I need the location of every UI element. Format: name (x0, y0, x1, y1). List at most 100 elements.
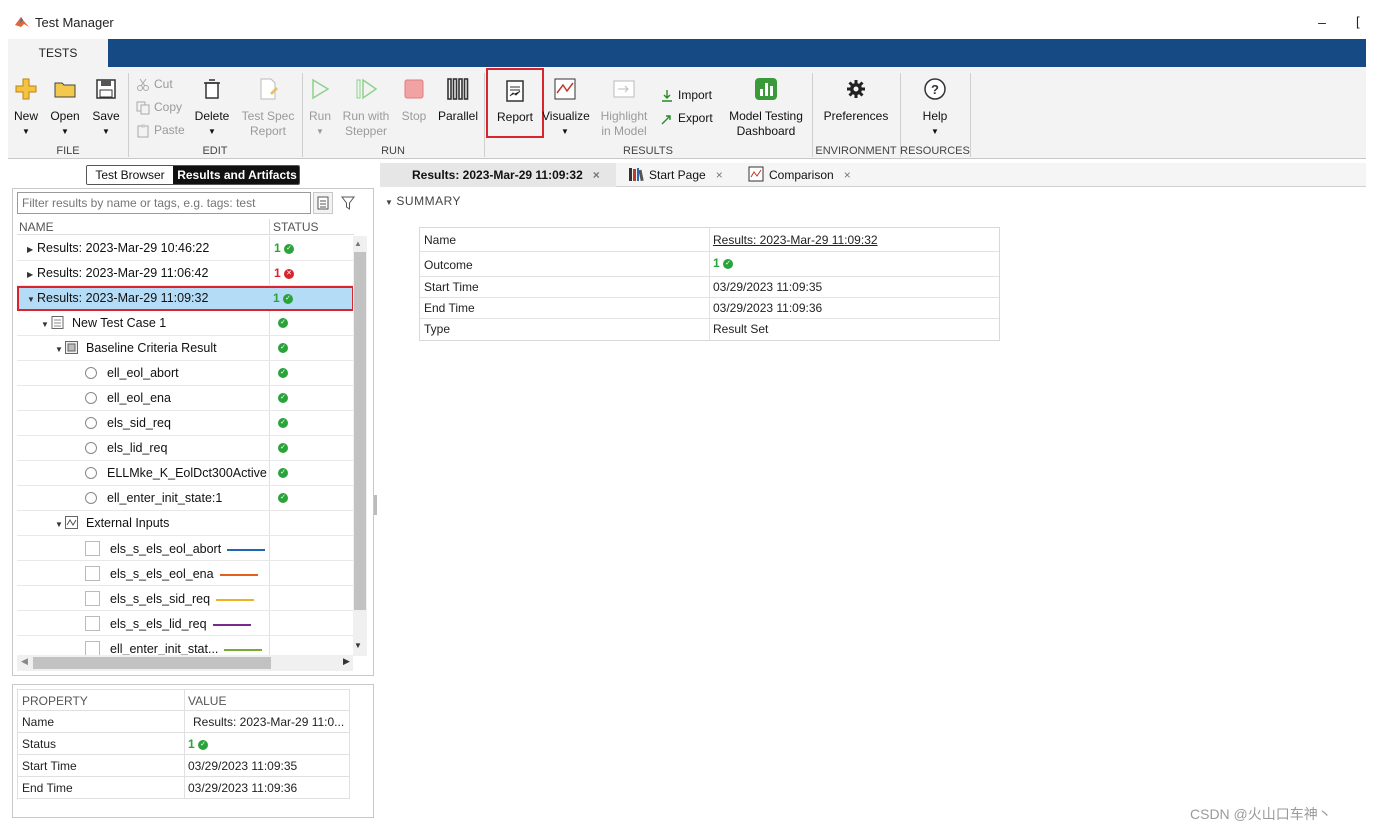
property-value: Results: 2023-Mar-29 11:0... (193, 715, 345, 729)
close-icon[interactable]: × (593, 168, 600, 182)
scroll-up-icon[interactable]: ▲ (354, 239, 362, 248)
open-button[interactable]: Open ▼ (46, 77, 84, 147)
document-icon (260, 78, 278, 100)
signal-radio-icon[interactable] (85, 442, 97, 454)
stop-button[interactable]: Stop (398, 77, 430, 147)
filter-icon[interactable] (337, 192, 359, 214)
tab-comparison[interactable]: Comparison × (748, 163, 851, 187)
tree-row[interactable]: els_lid_req ✓ (17, 436, 354, 461)
panel-splitter[interactable] (374, 495, 377, 515)
tree-row-selected[interactable]: ▼ Results: 2023-Mar-29 11:09:32 1 ✓ (17, 286, 354, 311)
summary-section-toggle[interactable]: ▼ SUMMARY (385, 194, 461, 208)
maximize-button[interactable]: [ (1356, 10, 1380, 34)
scroll-down-icon[interactable]: ▼ (354, 641, 362, 650)
scroll-thumb[interactable] (33, 657, 271, 669)
signal-checkbox[interactable] (85, 641, 100, 655)
tree-row[interactable]: ▼ External Inputs (17, 511, 354, 536)
filter-input[interactable] (17, 192, 311, 214)
status-column-header[interactable]: STATUS (273, 220, 319, 234)
signal-checkbox[interactable] (85, 541, 100, 556)
tab-results[interactable]: Results: 2023-Mar-29 11:09:32 × (380, 163, 616, 187)
tree-row[interactable]: ell_eol_abort ✓ (17, 361, 354, 386)
tree-row[interactable]: ▶ Results: 2023-Mar-29 10:46:22 1 ✓ (17, 236, 354, 261)
visualize-button[interactable]: Visualize ▼ (542, 77, 590, 147)
pass-icon: ✓ (283, 293, 294, 304)
test-spec-label-1: Test Spec (241, 109, 295, 123)
property-row: Status 1 ✓ (17, 733, 350, 755)
close-icon[interactable]: × (844, 168, 851, 182)
parallel-button[interactable]: Parallel (436, 77, 480, 147)
minimize-button[interactable]: – (1310, 10, 1334, 34)
collapse-icon[interactable]: ▼ (55, 345, 65, 354)
model-testing-dashboard-button[interactable]: Model Testing Dashboard (726, 77, 806, 147)
import-button[interactable]: Import (660, 88, 712, 103)
cut-button[interactable]: Cut (136, 77, 173, 92)
status-cell: 1 ✓ (269, 286, 354, 310)
highlight-icon (613, 80, 635, 98)
tree-row[interactable]: els_s_els_eol_abort (17, 536, 354, 561)
collapse-icon[interactable]: ▼ (41, 320, 51, 329)
preferences-button[interactable]: Preferences (820, 77, 892, 147)
scroll-thumb[interactable] (354, 252, 366, 610)
signal-radio-icon[interactable] (85, 367, 97, 379)
tree-row[interactable]: ▼ New Test Case 1 ✓ (17, 311, 354, 336)
status-cell: 1 ✕ (269, 261, 354, 285)
expand-icon[interactable]: ▶ (27, 270, 37, 279)
tree-row[interactable]: ell_enter_init_state:1 ✓ (17, 486, 354, 511)
signal-radio-icon[interactable] (85, 392, 97, 404)
tree-row[interactable]: els_sid_req ✓ (17, 411, 354, 436)
save-button[interactable]: Save ▼ (88, 77, 124, 147)
tree-row[interactable]: els_s_els_lid_req (17, 611, 354, 636)
test-browser-toggle[interactable]: Test Browser (87, 166, 173, 184)
fail-count: 1 (274, 266, 281, 280)
scroll-left-icon[interactable]: ◀ (21, 656, 28, 667)
list-view-icon[interactable] (313, 192, 333, 214)
signal-checkbox[interactable] (85, 616, 100, 631)
tree-row[interactable]: ell_eol_ena ✓ (17, 386, 354, 411)
mtd-label-1: Model Testing (729, 109, 803, 123)
expand-icon[interactable]: ▶ (27, 245, 37, 254)
tree-row[interactable]: ▶ Results: 2023-Mar-29 11:06:42 1 ✕ (17, 261, 354, 286)
export-label: Export (678, 111, 713, 125)
result-name-link[interactable]: Results: 2023-Mar-29 11:09:32 (713, 233, 878, 247)
tree-row[interactable]: ell_enter_init_stat... (17, 636, 354, 655)
run-button[interactable]: Run ▼ (306, 77, 334, 147)
collapse-icon[interactable]: ▼ (27, 295, 37, 304)
signal-radio-icon[interactable] (85, 417, 97, 429)
tree-row[interactable]: ▼ Baseline Criteria Result ✓ (17, 336, 354, 361)
svg-text:?: ? (931, 82, 939, 97)
highlight-label-2: in Model (601, 124, 647, 138)
signal-checkbox[interactable] (85, 566, 100, 581)
signal-radio-icon[interactable] (85, 492, 97, 504)
paste-button[interactable]: Paste (136, 123, 185, 138)
signal-radio-icon[interactable] (85, 467, 97, 479)
column-separator (709, 252, 710, 276)
help-button[interactable]: ? Help ▼ (912, 77, 958, 147)
report-button[interactable]: Report (486, 68, 544, 138)
name-column-header[interactable]: NAME (19, 220, 54, 234)
test-spec-report-button[interactable]: Test Spec Report (240, 77, 296, 147)
section-file: FILE (56, 145, 80, 157)
folder-icon (54, 82, 76, 98)
dashboard-icon (755, 78, 777, 100)
delete-label: Delete (194, 109, 230, 123)
scroll-right-icon[interactable]: ▶ (343, 656, 350, 667)
export-button[interactable]: Export (660, 111, 713, 126)
tab-start-page[interactable]: Start Page × (628, 163, 723, 187)
vertical-scrollbar[interactable]: ▲ ▼ (353, 236, 367, 656)
tree-row[interactable]: ELLMke_K_EolDct300Active ✓ (17, 461, 354, 486)
highlight-in-model-button[interactable]: Highlight in Model (596, 77, 652, 147)
close-icon[interactable]: × (716, 168, 723, 182)
collapse-icon[interactable]: ▼ (55, 520, 65, 529)
run-with-stepper-button[interactable]: Run with Stepper (340, 77, 392, 147)
horizontal-scrollbar[interactable]: ◀ ▶ (17, 655, 353, 671)
new-button[interactable]: New ▼ (8, 77, 44, 147)
signal-checkbox[interactable] (85, 591, 100, 606)
results-artifacts-toggle[interactable]: Results and Artifacts (173, 166, 299, 184)
copy-button[interactable]: Copy (136, 100, 182, 115)
tree-row[interactable]: els_s_els_sid_req (17, 586, 354, 611)
tab-tests[interactable]: TESTS (8, 39, 108, 67)
delete-button[interactable]: Delete ▼ (192, 77, 232, 147)
tree-row-label: els_sid_req (85, 416, 171, 430)
tree-row[interactable]: els_s_els_eol_ena (17, 561, 354, 586)
